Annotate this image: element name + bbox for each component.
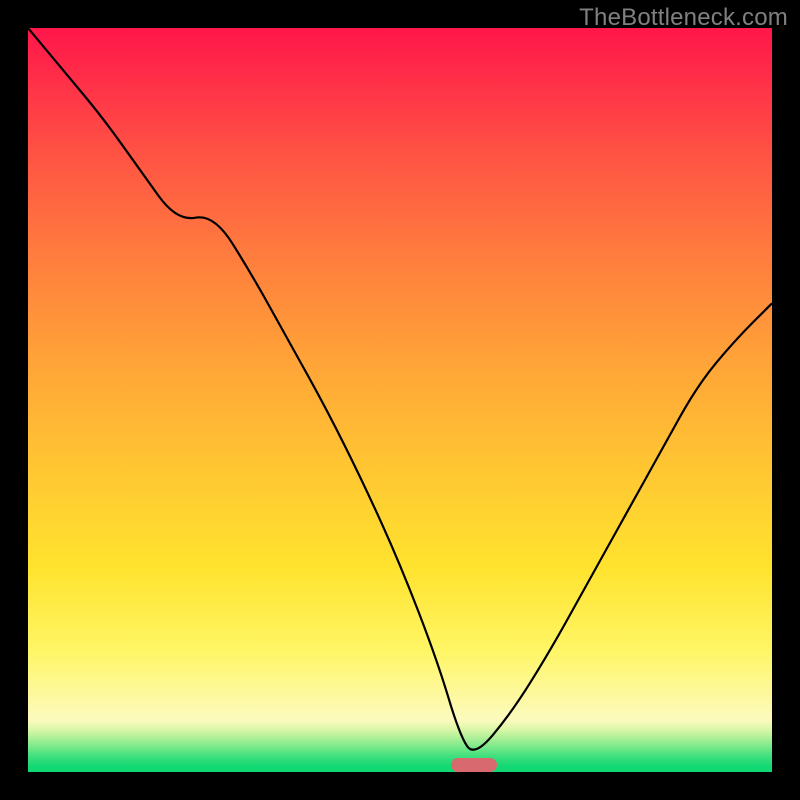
watermark-text: TheBottleneck.com	[579, 4, 788, 32]
bottleneck-curve	[28, 28, 772, 772]
plot-area	[28, 28, 772, 772]
curve-path	[28, 28, 772, 750]
optimal-marker	[451, 758, 497, 772]
chart-frame: TheBottleneck.com	[0, 0, 800, 800]
